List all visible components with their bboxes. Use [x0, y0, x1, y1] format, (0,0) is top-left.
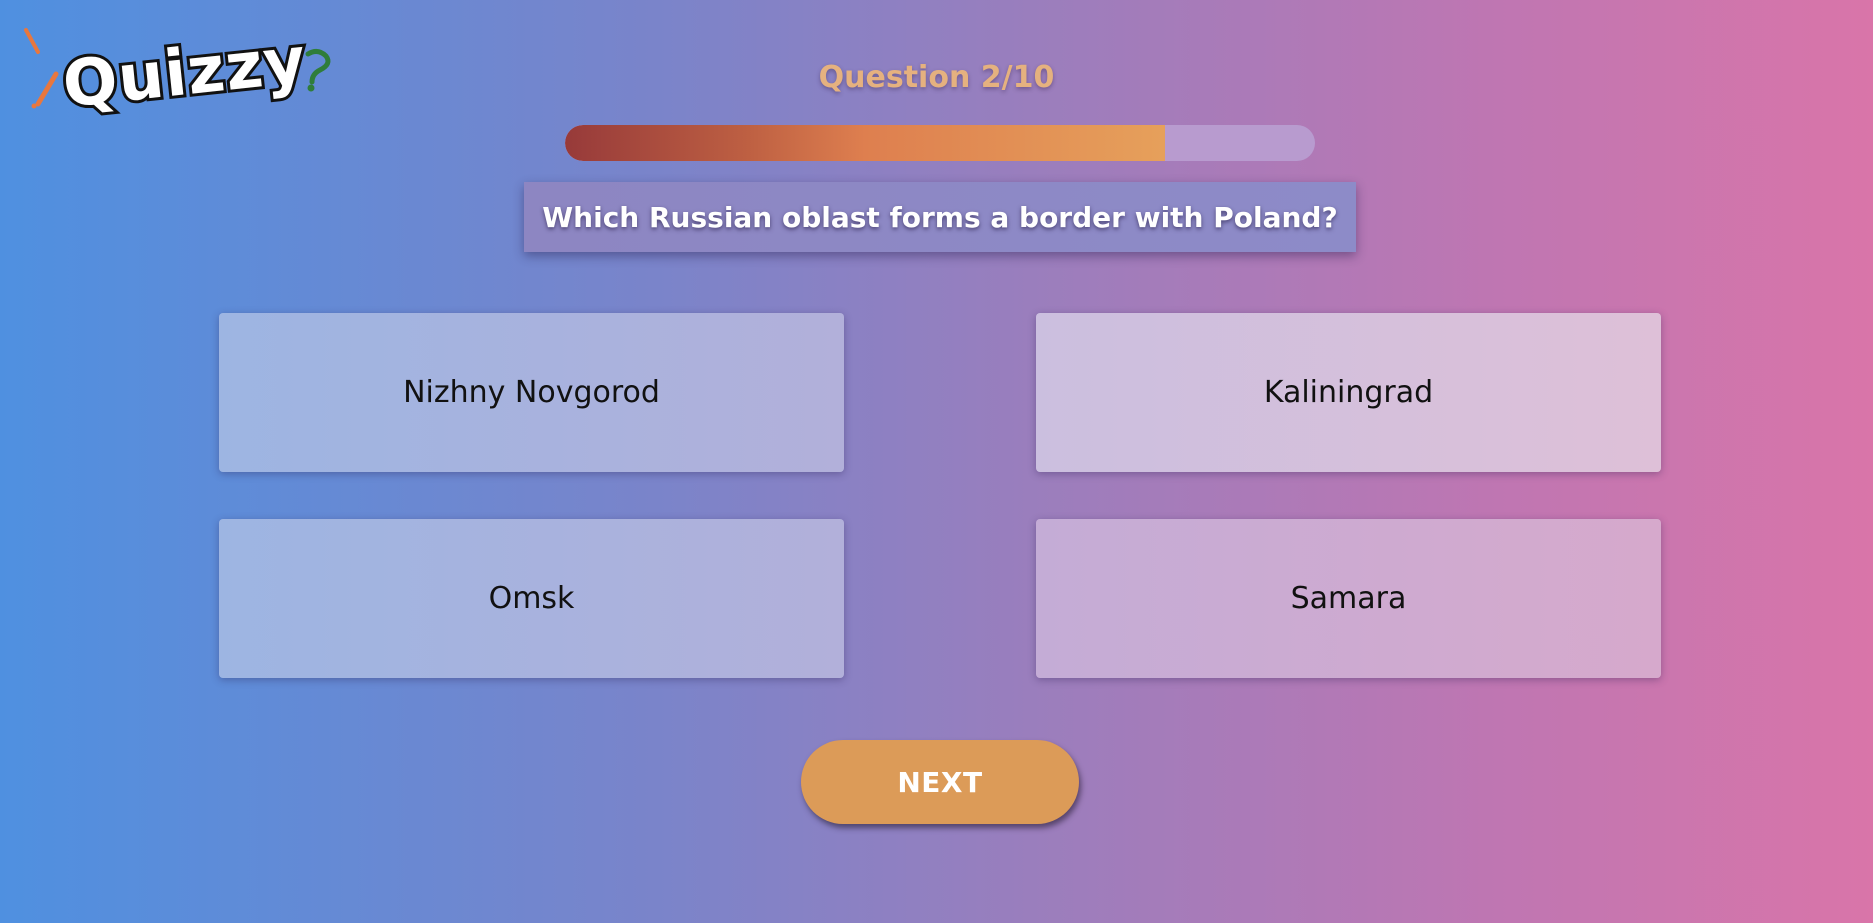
answer-option-1[interactable]: Nizhny Novgorod [219, 313, 844, 472]
next-button-label: NEXT [897, 765, 983, 799]
answer-option-2[interactable]: Kaliningrad [1036, 313, 1661, 472]
answer-label: Samara [1290, 581, 1407, 616]
progress-bar-fill [565, 125, 1165, 161]
answer-option-3[interactable]: Omsk [219, 519, 844, 678]
answer-option-4[interactable]: Samara [1036, 519, 1661, 678]
exclamation-mark-icon [24, 28, 40, 54]
next-button[interactable]: NEXT [801, 740, 1079, 824]
answer-label: Kaliningrad [1263, 375, 1434, 410]
question-box: Which Russian oblast forms a border with… [524, 182, 1356, 252]
progress-bar [565, 125, 1315, 161]
answer-label: Nizhny Novgorod [403, 375, 660, 410]
question-text: Which Russian oblast forms a border with… [542, 200, 1338, 234]
question-counter: Question 2/10 [818, 60, 1055, 95]
answer-label: Omsk [488, 581, 575, 616]
